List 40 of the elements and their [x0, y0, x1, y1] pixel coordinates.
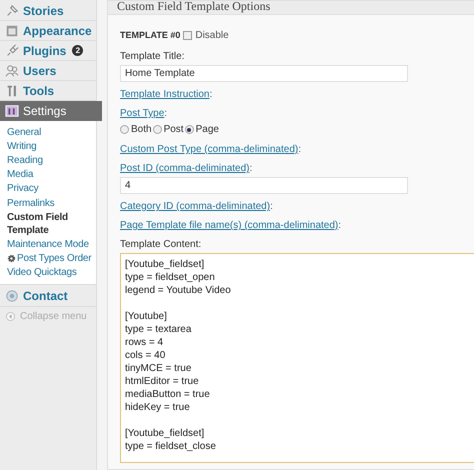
text-input[interactable]: 4 [120, 177, 408, 194]
submenu-item[interactable]: Video Quicktags [7, 266, 94, 280]
submenu-item[interactable]: Privacy [7, 182, 94, 196]
colon: : [249, 163, 252, 175]
submenu-item[interactable]: Custom Field Template [7, 210, 87, 238]
menu-item[interactable]: Contact [0, 286, 96, 307]
submenu-item[interactable]: Post Types Order [7, 252, 94, 266]
field-link[interactable]: Custom Post Type (comma-deliminated) [120, 144, 298, 156]
radio-label: Both [131, 123, 152, 137]
menu-item[interactable]: Appearance [0, 21, 96, 41]
panel-title: Custom Field Template Options [108, 1, 474, 15]
field-link[interactable]: Post Type [120, 108, 164, 120]
field-label: Template Title: [120, 51, 184, 63]
field-link[interactable]: Post ID (comma-deliminated) [120, 163, 250, 175]
radio-label: Page [196, 123, 219, 137]
field-link[interactable]: Template Instruction [120, 89, 210, 101]
menu-item[interactable]: Stories [0, 1, 96, 21]
submenu-item[interactable]: Media [7, 168, 94, 182]
radio-label: Post [164, 123, 184, 137]
field-link[interactable]: Page Template file name(s) (comma-deliminated) [120, 220, 338, 232]
submenu-item[interactable]: Writing [7, 139, 94, 154]
submenu-item[interactable]: Permalinks [7, 196, 94, 210]
menu-item[interactable]: Settings [0, 101, 102, 121]
colon: : [164, 108, 168, 120]
field-link[interactable]: Category ID (comma-deliminated) [120, 201, 270, 213]
menu-item[interactable]: Users [0, 61, 96, 81]
submenu-item[interactable]: General [7, 125, 94, 140]
text-input[interactable]: Home Template [120, 65, 408, 82]
menu-item[interactable]: Plugins 2 [0, 41, 96, 61]
template-heading: TEMPLATE #0 [120, 28, 180, 42]
count-badge: 2 [72, 45, 84, 56]
colon: : [270, 201, 273, 213]
checkbox-label: Disable [195, 29, 229, 43]
submenu-item[interactable]: Reading [7, 153, 94, 168]
colon: : [338, 220, 342, 232]
textarea[interactable]: [Youtube_fieldset] type = fieldset_open legend = Youtube Video [Youtube] type = textarea rows = 4 cols = 40 tinyMCE = true htmlEditor = true mediaButton = true hideKey = true [Youtube_fieldset] type = fieldset_close [120, 253, 474, 463]
colon: : [210, 89, 212, 101]
submenu-item[interactable]: Maintenance Mode [7, 237, 94, 252]
colon: : [298, 144, 301, 156]
field-label: Template Content: [120, 239, 202, 251]
